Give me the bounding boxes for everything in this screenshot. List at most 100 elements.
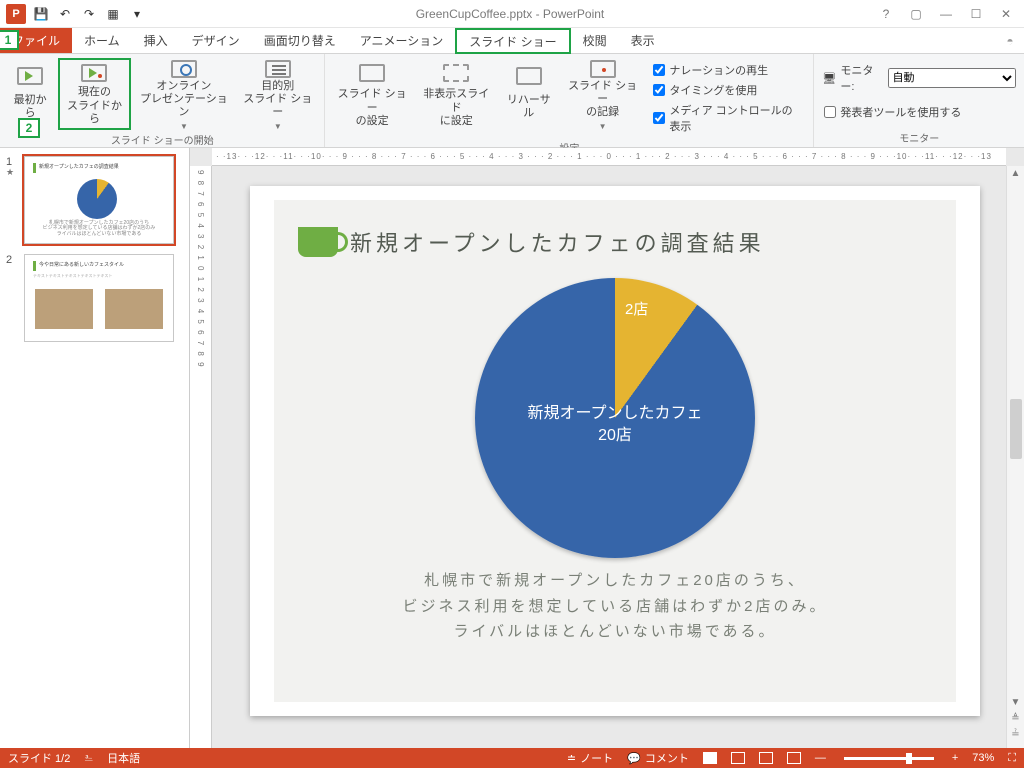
view-sorter-icon[interactable] bbox=[731, 752, 745, 764]
thumb-2-title: 今や日常にある新しいカフェスタイル bbox=[33, 261, 165, 271]
save-icon[interactable]: 💾 bbox=[32, 5, 50, 23]
chk-media-box[interactable] bbox=[653, 112, 665, 124]
playback-checkboxes: ナレーションの再生 タイミングを使用 メディア コントロールの表示 bbox=[647, 58, 807, 138]
status-language[interactable]: 日本語 bbox=[107, 750, 140, 766]
monitor-select[interactable]: 自動 bbox=[888, 68, 1016, 88]
chk-media[interactable]: メディア コントロールの表示 bbox=[653, 102, 801, 134]
next-slide-icon[interactable]: ≟ bbox=[1007, 729, 1024, 740]
group-start-slideshow: 最初から 現在の スライドから オンライン プレゼンテーション ▼ 目的別 スラ… bbox=[0, 54, 325, 147]
chk-narration[interactable]: ナレーションの再生 bbox=[653, 62, 801, 78]
present-online-button[interactable]: オンライン プレゼンテーション ▼ bbox=[135, 58, 233, 130]
ruler-vertical: 9 8 7 6 5 4 3 2 1 0 1 2 3 4 5 6 7 8 9 bbox=[190, 166, 212, 748]
zoom-in-icon[interactable]: + bbox=[952, 752, 958, 764]
chk-presenter-view[interactable]: 発表者ツールを使用する bbox=[820, 104, 961, 120]
rehearse-button[interactable]: リハーサル bbox=[500, 58, 558, 130]
zoom-slider[interactable] bbox=[844, 757, 934, 760]
account-icon[interactable]: ◓ bbox=[996, 28, 1024, 53]
spellcheck-icon[interactable]: ⎁ bbox=[84, 752, 93, 765]
status-slide-count: スライド 1/2 bbox=[8, 750, 70, 766]
notes-button[interactable]: ≐ ノート bbox=[567, 750, 613, 766]
from-current-button[interactable]: 現在の スライドから bbox=[58, 58, 130, 130]
tab-animations[interactable]: アニメーション bbox=[348, 28, 456, 53]
title-bar: P 💾 ↶ ↷ ▦ ▾ GreenCupCoffee.pptx - PowerP… bbox=[0, 0, 1024, 28]
qat-dropdown-icon[interactable]: ▾ bbox=[128, 5, 146, 23]
present-online-label: オンライン プレゼンテーション bbox=[139, 80, 229, 120]
tab-transitions[interactable]: 画面切り替え bbox=[252, 28, 348, 53]
group-label-start: スライド ショーの開始 bbox=[6, 130, 318, 147]
thumb-1[interactable]: 新規オープンしたカフェの調査結果 札幌市で新規オープンしたカフェ20店のうちビジ… bbox=[24, 156, 174, 244]
rehearse-label: リハーサル bbox=[504, 94, 554, 120]
custom-slideshow-button[interactable]: 目的別 スライド ショー ▼ bbox=[237, 58, 318, 130]
from-current-label: 現在の スライドから bbox=[64, 86, 124, 126]
monitor-icon: 🖥 bbox=[822, 72, 836, 85]
close-icon[interactable]: ✕ bbox=[998, 7, 1014, 21]
prev-slide-icon[interactable]: ≜ bbox=[1007, 713, 1024, 724]
undo-icon[interactable]: ↶ bbox=[56, 5, 74, 23]
chk-narration-label: ナレーションの再生 bbox=[669, 62, 768, 78]
pie-label-big: 新規オープンしたカフェ 20店 bbox=[475, 403, 755, 448]
window-controls: ? ▢ — ☐ ✕ bbox=[868, 7, 1024, 21]
scroll-up-icon[interactable]: ▲ bbox=[1007, 168, 1024, 179]
group-setup: スライド ショー の設定 非表示スライド に設定 リハーサル スライド ショー … bbox=[325, 54, 814, 147]
hide-slide-button[interactable]: 非表示スライド に設定 bbox=[417, 58, 496, 130]
desc-line-2: ビジネス利用を想定している店舗はわずか2店のみ。 bbox=[284, 594, 946, 620]
pie-label-small: 2店 bbox=[625, 298, 648, 319]
group-label-monitor: モニター bbox=[820, 128, 1018, 145]
ribbon-options-icon[interactable]: ▢ bbox=[908, 7, 924, 21]
view-slideshow-icon[interactable] bbox=[787, 752, 801, 764]
thumb-1-pie-icon bbox=[77, 179, 117, 219]
chk-narration-box[interactable] bbox=[653, 64, 665, 76]
chk-timing[interactable]: タイミングを使用 bbox=[653, 82, 801, 98]
tab-design[interactable]: デザイン bbox=[180, 28, 252, 53]
thumb-1-desc: 札幌市で新規オープンしたカフェ20店のうちビジネス利用を想定している店舗はわずか… bbox=[33, 221, 165, 238]
view-reading-icon[interactable] bbox=[759, 752, 773, 764]
thumb-1-wrap[interactable]: 1 ★ 新規オープンしたカフェの調査結果 札幌市で新規オープンしたカフェ20店の… bbox=[6, 156, 183, 244]
ribbon-tabs: ファイル ホーム 挿入 デザイン 画面切り替え アニメーション 1 スライド シ… bbox=[0, 28, 1024, 54]
notes-label: ノート bbox=[580, 750, 613, 766]
tab-home[interactable]: ホーム bbox=[72, 28, 132, 53]
zoom-value[interactable]: 73% bbox=[972, 752, 994, 764]
group-monitor: 🖥 モニター: 自動 発表者ツールを使用する モニター bbox=[814, 54, 1024, 147]
fit-to-window-icon[interactable]: ⛶ bbox=[1008, 752, 1016, 765]
tab-slideshow[interactable]: スライド ショー bbox=[455, 28, 570, 54]
slide-thumbnails-panel: 1 ★ 新規オープンしたカフェの調査結果 札幌市で新規オープンしたカフェ20店の… bbox=[0, 148, 190, 748]
record-slideshow-button[interactable]: スライド ショー の記録 ▼ bbox=[562, 58, 643, 130]
chk-presenter-box[interactable] bbox=[824, 106, 836, 118]
thumb-2[interactable]: 今や日常にある新しいカフェスタイル テキストテキストテキストテキストテキスト bbox=[24, 254, 174, 342]
redo-icon[interactable]: ↷ bbox=[80, 5, 98, 23]
tab-review[interactable]: 校閲 bbox=[571, 28, 619, 53]
zoom-knob[interactable] bbox=[906, 753, 912, 764]
scroll-down-icon[interactable]: ▼ bbox=[1007, 697, 1024, 708]
start-show-icon[interactable]: ▦ bbox=[104, 5, 122, 23]
desc-line-3: ライバルはほとんどいない市場である。 bbox=[284, 619, 946, 645]
slide-canvas-area: · ·13· · ·12· · ·11· · ·10· · · 9 · · · … bbox=[190, 148, 1024, 748]
maximize-icon[interactable]: ☐ bbox=[968, 7, 984, 21]
help-icon[interactable]: ? bbox=[878, 7, 894, 21]
callout-2: 2 bbox=[18, 118, 40, 138]
powerpoint-logo-icon: P bbox=[6, 4, 26, 24]
slide-canvas[interactable]: 新規オープンしたカフェの調査結果 2店 新規オープンしたカフェ 20店 札幌市で… bbox=[250, 186, 980, 716]
dropdown-icon[interactable]: ▼ bbox=[599, 122, 607, 132]
comments-button[interactable]: 💬 コメント bbox=[627, 750, 689, 766]
pie-chart: 2店 新規オープンしたカフェ 20店 bbox=[475, 278, 755, 558]
slide-description: 札幌市で新規オープンしたカフェ20店のうち、 ビジネス利用を想定している店舗はわ… bbox=[274, 564, 956, 645]
hide-label: 非表示スライド に設定 bbox=[421, 88, 492, 128]
scroll-thumb[interactable] bbox=[1010, 399, 1022, 459]
slide-content: 新規オープンしたカフェの調査結果 2店 新規オープンしたカフェ 20店 札幌市で… bbox=[274, 200, 956, 702]
setup-label: スライド ショー の設定 bbox=[335, 88, 408, 128]
slide-title: 新規オープンしたカフェの調査結果 bbox=[350, 226, 765, 258]
ruler-horizontal: · ·13· · ·12· · ·11· · ·10· · · 9 · · · … bbox=[212, 148, 1006, 166]
tab-view[interactable]: 表示 bbox=[619, 28, 667, 53]
tab-insert[interactable]: 挿入 bbox=[132, 28, 180, 53]
zoom-out-icon[interactable]: — bbox=[815, 752, 826, 764]
vertical-scrollbar[interactable]: ▲ ▼ ≜ ≟ bbox=[1006, 166, 1024, 748]
view-normal-icon[interactable] bbox=[703, 752, 717, 764]
thumb-1-anim-icon: ★ bbox=[6, 168, 20, 176]
chk-timing-box[interactable] bbox=[653, 84, 665, 96]
record-label: スライド ショー の記録 bbox=[566, 80, 639, 120]
minimize-icon[interactable]: — bbox=[938, 7, 954, 21]
monitor-label: モニター: bbox=[840, 62, 883, 94]
thumb-2-photo-2 bbox=[105, 289, 163, 329]
thumb-2-wrap[interactable]: 2 今や日常にある新しいカフェスタイル テキストテキストテキストテキストテキスト bbox=[6, 254, 183, 342]
setup-slideshow-button[interactable]: スライド ショー の設定 bbox=[331, 58, 412, 130]
